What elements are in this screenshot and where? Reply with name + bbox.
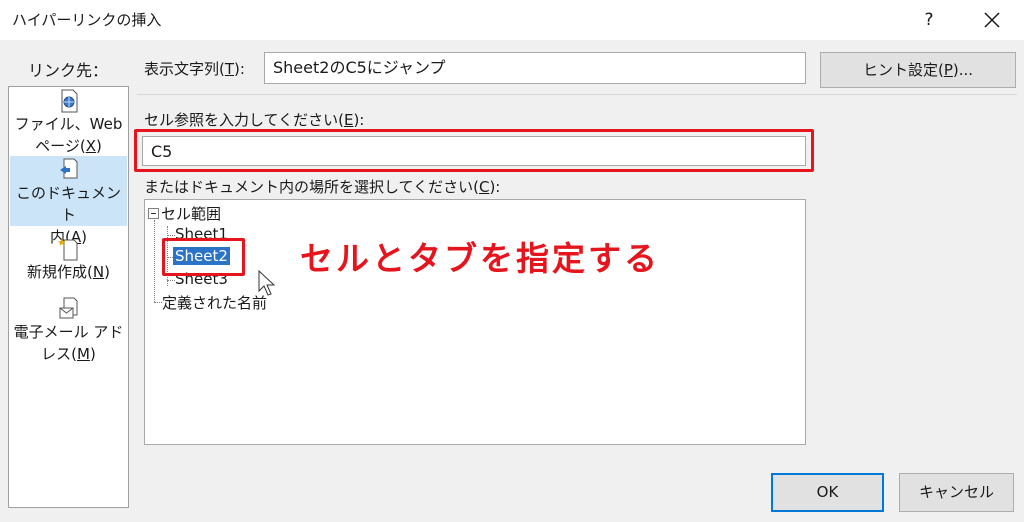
annotation-text: セルとタブを指定する (300, 239, 660, 278)
ok-button[interactable]: OK (771, 473, 884, 512)
link-to-sidebar: ファイル、Web ページ(X) このドキュメント 内(A) 新規作成(N) 電子… (8, 86, 129, 508)
close-icon (984, 12, 1000, 28)
new-document-icon (57, 238, 77, 261)
cell-reference-label: セル参照を入力してください(E): (144, 111, 365, 129)
sidebar-item-email[interactable]: 電子メール アド レス(M) (10, 295, 127, 371)
document-place-icon (59, 158, 77, 179)
separator (137, 94, 1017, 95)
email-icon (59, 297, 77, 319)
title-bar: ハイパーリンクの挿入 ? (0, 0, 1024, 40)
display-text-input[interactable]: Sheet2のC5にジャンプ (264, 52, 806, 84)
sidebar-item-label: ファイル、Web (14, 115, 123, 133)
display-text-label: 表示文字列(T): (144, 60, 245, 78)
tree-connector (167, 280, 175, 281)
sidebar-item-label: 電子メール アド (13, 323, 124, 341)
help-button[interactable]: ? (917, 3, 941, 37)
sidebar-item-new-document[interactable]: 新規作成(N) (10, 235, 127, 287)
screentip-button[interactable]: ヒント設定(P)... (820, 52, 1016, 88)
sidebar-item-label: このドキュメント (15, 184, 121, 224)
sheet-highlight (162, 238, 245, 276)
tree-node-cell-range[interactable]: セル範囲 (161, 203, 221, 224)
web-file-icon (61, 89, 77, 113)
sidebar-item-this-document[interactable]: このドキュメント 内(A) (10, 156, 127, 246)
sidebar-item-file-web[interactable]: ファイル、Web ページ(X) (10, 87, 127, 155)
sidebar-item-label: ページ(X) (35, 137, 102, 155)
cell-reference-highlight (134, 129, 814, 172)
tree-connector (154, 220, 155, 302)
place-in-document-label: またはドキュメント内の場所を選択してください(C): (144, 178, 501, 196)
mouse-pointer-icon (258, 270, 276, 296)
cancel-button[interactable]: キャンセル (899, 473, 1014, 512)
tree-connector (167, 235, 175, 236)
tree-connector (154, 302, 162, 303)
sidebar-item-label: レス(M) (41, 345, 96, 363)
collapse-icon[interactable] (148, 208, 159, 219)
link-to-label: リンク先： (28, 61, 109, 80)
sidebar-item-label: 新規作成(N) (27, 263, 110, 281)
close-button[interactable] (976, 3, 1008, 37)
tree-node-defined-names[interactable]: 定義された名前 (162, 292, 267, 313)
window-title: ハイパーリンクの挿入 (12, 11, 162, 29)
